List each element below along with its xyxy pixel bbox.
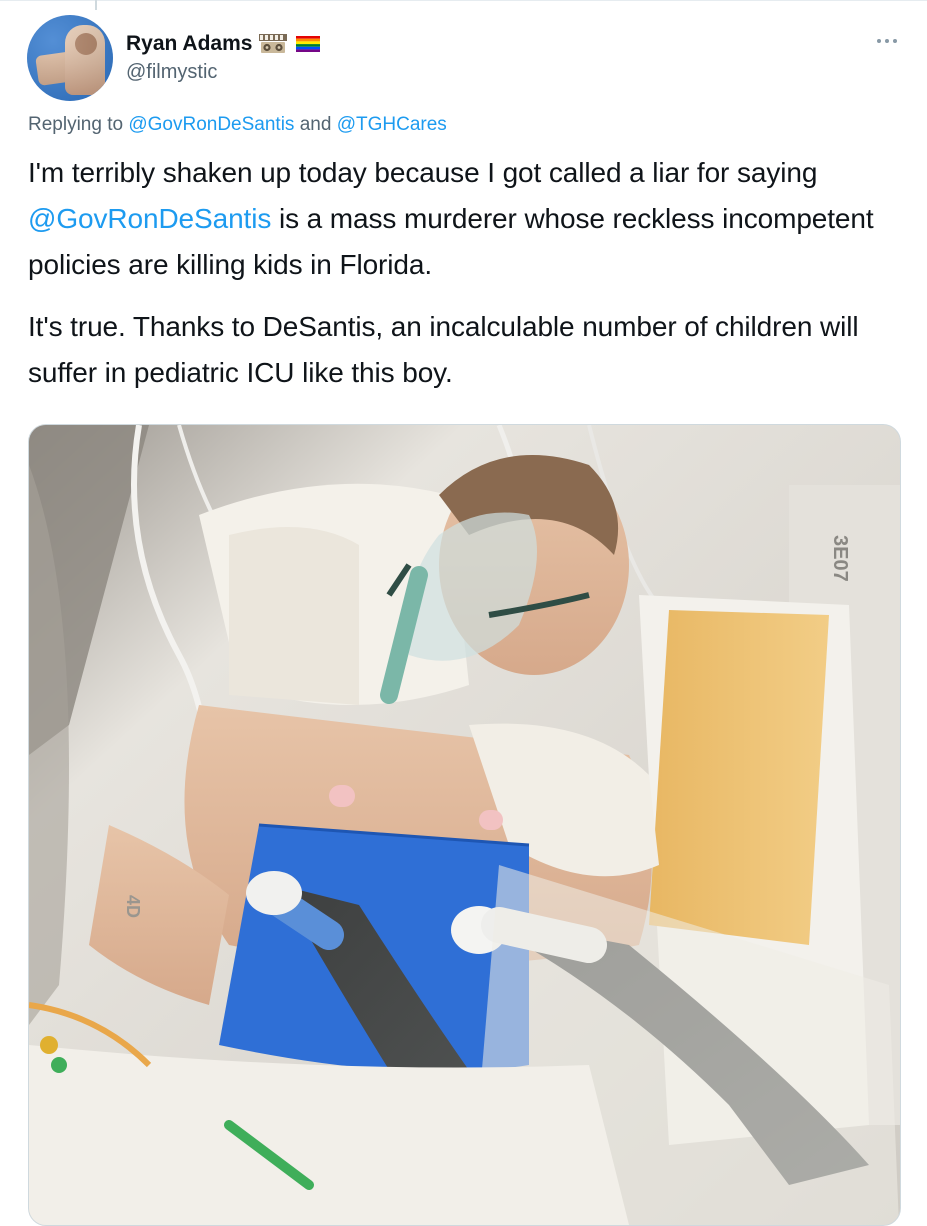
tweet-text-before-mention: I'm terribly shaken up today because I g… [28, 157, 818, 188]
tweet-mention-govrondesantis[interactable]: @GovRonDeSantis [28, 203, 271, 234]
tweet-photo[interactable]: 3E07 4D [28, 424, 901, 1226]
avatar-shading [27, 15, 113, 101]
reply-mention-govrondesantis[interactable]: @GovRonDeSantis [128, 114, 294, 135]
reply-mention-tghcares[interactable]: @TGHCares [337, 114, 447, 135]
tweet-paragraph-2: It's true. Thanks to DeSantis, an incalc… [28, 311, 859, 388]
display-name[interactable]: Ryan Adams [126, 32, 252, 56]
hospital-bed-photo-illustration: 3E07 4D [29, 425, 900, 1225]
rainbow-flag-icon [296, 36, 321, 52]
tweet-paragraph-1: I'm terribly shaken up today because I g… [28, 150, 908, 288]
bed-marking-left: 4D [123, 895, 143, 918]
avatar[interactable] [27, 15, 113, 101]
reply-prefix: Replying to [28, 114, 124, 135]
author-name-row[interactable]: Ryan Adams [126, 30, 321, 58]
thread-connector-line [0, 0, 927, 10]
reply-context: Replying to @GovRonDeSantis and @TGHCare… [28, 114, 447, 136]
more-options-icon[interactable] [875, 34, 899, 46]
reply-joiner: and [299, 114, 332, 135]
bed-marking-top: 3E07 [829, 535, 851, 582]
film-projector-icon [258, 33, 288, 55]
author-handle[interactable]: @filmystic [126, 61, 217, 84]
